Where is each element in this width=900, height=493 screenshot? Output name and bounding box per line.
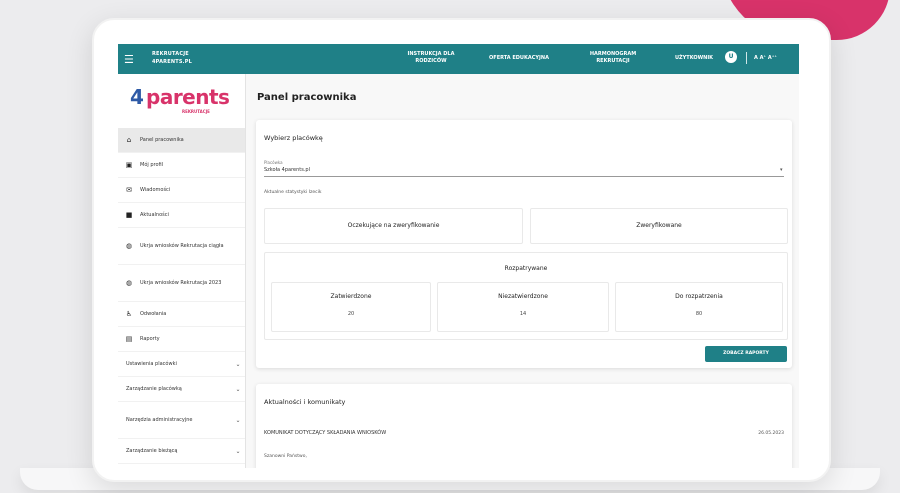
sidebar-item-label: Ukrja wniosków Rekrutacja 2023	[140, 279, 222, 286]
sidebar-item-panel[interactable]: ⌂ Panel pracownika	[118, 128, 245, 153]
sidebar-item-profile[interactable]: ▣ Mój profil	[118, 153, 245, 178]
sidebar-group-admin-tools[interactable]: Narzędzia administracyjne ⌄	[118, 402, 245, 439]
brand-link[interactable]: REKRUTACJE 4PARENTS.PL	[152, 50, 192, 66]
messages-icon: ✉	[126, 186, 132, 194]
globe-icon: ◍	[125, 242, 133, 250]
sidebar-item-label: Ukrja wniosków Rekrutacja ciągła	[140, 242, 224, 249]
sidebar-item-2023[interactable]: ◍ Ukrja wniosków Rekrutacja 2023	[118, 265, 245, 302]
sidebar-item-label: Odwołania	[140, 310, 167, 317]
sidebar-group-label: Zarządzanie placówką	[126, 385, 182, 392]
brand-line-1: REKRUTACJE	[152, 51, 189, 57]
avatar[interactable]: U	[725, 51, 737, 63]
facility-card: Wybierz placówkę Placówka Szkoła 4parent…	[256, 120, 792, 368]
logo-subtitle: REKRUTACJE	[182, 109, 210, 114]
nav-label: INSTRUKCJA DLA	[407, 51, 455, 57]
brand-line-2: 4PARENTS.PL	[152, 59, 192, 65]
sidebar-item-label: Panel pracownika	[140, 136, 184, 143]
stat-verified[interactable]: Zweryfikowane	[530, 208, 788, 244]
sidebar-group-current[interactable]: Zarządzanie bieżącą ⌄	[118, 439, 245, 464]
stat-title: Niezatwierdzone	[498, 293, 548, 300]
nav-instructions[interactable]: INSTRUKCJA DLA RODZICÓW	[391, 51, 471, 65]
sidebar-item-label: Mój profil	[140, 161, 164, 168]
chevron-down-icon: ⌄	[235, 416, 241, 424]
report-icon: ▤	[125, 335, 133, 343]
nav-label: REKRUTACJI	[596, 58, 630, 64]
sidebar-menu: ⌂ Panel pracownika ▣ Mój profil ✉ Wiadom…	[118, 128, 245, 464]
chevron-down-icon: ⌄	[235, 385, 241, 393]
home-icon: ⌂	[126, 136, 132, 144]
group-title: Rozpatrywane	[504, 265, 548, 272]
sidebar-item-label: Wiadomości	[140, 186, 171, 193]
sidebar-item-label: Aktualności	[140, 211, 169, 218]
news-item-link[interactable]: KOMUNIKAT DOTYCZĄCY SKŁADANIA WNIOSKÓW	[264, 430, 386, 436]
nav-label: HARMONOGRAM	[589, 51, 637, 57]
sidebar-item-label: Raporty	[140, 335, 160, 342]
stat-pending[interactable]: Oczekujące na zweryfikowanie	[264, 208, 523, 244]
stat-title: Zatwierdzone	[330, 293, 372, 300]
sidebar-item-continuous[interactable]: ◍ Ukrja wniosków Rekrutacja ciągła	[118, 228, 245, 265]
news-title: Aktualności i komunikaty	[264, 398, 346, 406]
page-title: Panel pracownika	[257, 92, 357, 103]
sidebar-group-settings[interactable]: Ustawienia placówki ⌄	[118, 352, 245, 377]
sidebar-item-news[interactable]: ■ Aktualności	[118, 203, 245, 228]
sidebar-item-messages[interactable]: ✉ Wiadomości	[118, 178, 245, 203]
news-body: Szanowni Państwo,	[264, 454, 307, 459]
nav-label: RODZICÓW	[415, 58, 447, 64]
field-underline	[264, 176, 784, 177]
sidebar: 4 parents REKRUTACJE ⌂ Panel pracownika …	[118, 74, 246, 468]
stat-approved[interactable]: Zatwierdzone 20	[271, 282, 431, 332]
divider	[746, 52, 747, 64]
sidebar-group-label: Zarządzanie bieżącą	[126, 447, 178, 454]
top-bar: ☰ REKRUTACJE 4PARENTS.PL INSTRUKCJA DLA …	[118, 44, 799, 74]
stat-value: 80	[695, 311, 703, 317]
app-screen: ☰ REKRUTACJE 4PARENTS.PL INSTRUKCJA DLA …	[118, 44, 799, 468]
caret-down-icon[interactable]: ▾	[780, 167, 783, 173]
stats-label: Aktualne statystyki Izecik	[264, 190, 322, 195]
logo-word: parents	[146, 85, 230, 109]
nav-label: OFERTA EDUKACYJNA	[489, 55, 549, 61]
news-card: Aktualności i komunikaty KOMUNIKAT DOTYC…	[256, 384, 792, 468]
stat-not-approved[interactable]: Niezatwierdzone 14	[437, 282, 609, 332]
logo-prefix: 4	[130, 85, 144, 109]
facility-select[interactable]: Szkoła 4parents.pl	[264, 167, 310, 173]
news-icon: ■	[125, 211, 133, 219]
menu-icon[interactable]: ☰	[124, 53, 134, 66]
stat-to-review[interactable]: Do rozpatrzenia 80	[615, 282, 783, 332]
sidebar-group-label: Narzędzia administracyjne	[126, 416, 193, 423]
stat-title: Do rozpatrzenia	[675, 293, 723, 300]
profile-card-icon: ▣	[125, 161, 133, 169]
chevron-down-icon: ⌄	[235, 360, 241, 368]
stat-value: 14	[519, 311, 527, 317]
sidebar-item-reports[interactable]: ▤ Raporty	[118, 327, 245, 352]
nav-offer[interactable]: OFERTA EDUKACYJNA	[479, 55, 559, 62]
font-size-control[interactable]: A A⁺ A⁺⁺	[754, 55, 777, 61]
nav-schedule[interactable]: HARMONOGRAM REKRUTACJI	[573, 51, 653, 65]
sidebar-group-label: Ustawienia placówki	[126, 360, 177, 367]
stat-group-reviewed: Rozpatrywane Zatwierdzone 20 Niezatwierd…	[264, 252, 788, 340]
chevron-down-icon: ⌄	[235, 447, 241, 455]
globe-icon: ◍	[125, 279, 133, 287]
view-reports-button[interactable]: ZOBACZ RAPORTY	[705, 346, 787, 362]
sidebar-group-management[interactable]: Zarządzanie placówką ⌄	[118, 377, 245, 402]
card-title: Wybierz placówkę	[264, 134, 323, 142]
stat-value: 20	[347, 311, 355, 317]
news-date: 26.05.2023	[758, 431, 784, 436]
sidebar-item-appeals[interactable]: ♿ Odwołania	[118, 302, 245, 327]
user-menu[interactable]: UŻYTKOWNIK	[675, 55, 713, 61]
logo[interactable]: 4 parents REKRUTACJE	[130, 84, 234, 120]
person-walk-icon: ♿	[125, 310, 133, 318]
field-label: Placówka	[264, 160, 283, 165]
